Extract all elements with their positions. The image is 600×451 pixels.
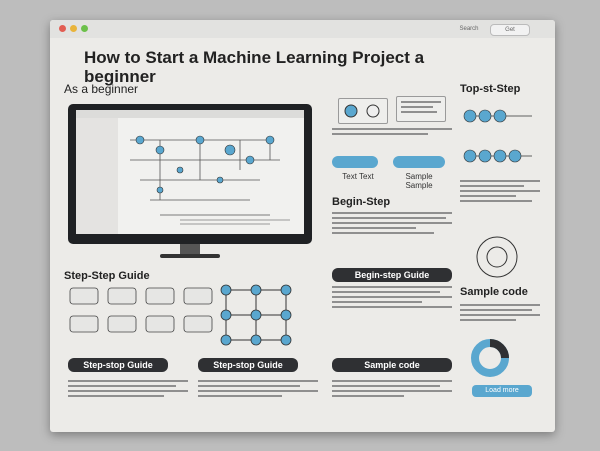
bottom-mid-lines: [198, 380, 318, 400]
sample-label: Sample Sample: [405, 172, 433, 190]
monitor: [68, 104, 312, 260]
begin-step-lines: [332, 212, 452, 237]
minimize-dot[interactable]: [70, 25, 77, 32]
step-grid: [69, 287, 213, 333]
page-title: How to Start a Machine Learning Project …: [84, 48, 425, 86]
grid-graph: [220, 284, 292, 346]
load-more-button[interactable]: Load more: [472, 385, 532, 397]
right-heading: Top-st-Step: [460, 83, 521, 95]
text-label: Text Text: [342, 172, 374, 181]
search-box[interactable]: Search: [452, 24, 486, 34]
right-lines: [460, 180, 540, 205]
top-button[interactable]: Get: [490, 24, 530, 36]
text-card: [396, 96, 446, 122]
step-stop-left-button[interactable]: Step-stop Guide: [68, 358, 168, 372]
text-tag-button[interactable]: [332, 156, 378, 168]
icon-card: [338, 98, 388, 124]
sample-code-mid-button[interactable]: Sample code: [332, 358, 452, 372]
close-dot[interactable]: [59, 25, 66, 32]
begin-step-guide-button[interactable]: Begin-step Guide: [332, 268, 452, 282]
page-subtitle: As a beginner: [64, 82, 139, 96]
sample-code-right: Sample code: [460, 286, 528, 298]
monitor-screen: [76, 110, 304, 234]
donut-chart: [471, 339, 509, 377]
screen-sidebar: [76, 118, 118, 234]
monitor-stand: [160, 254, 220, 258]
maximize-dot[interactable]: [81, 25, 88, 32]
mid-text-lines: [332, 128, 452, 138]
clock-diagram: [476, 236, 518, 278]
sample-tag-button[interactable]: [393, 156, 445, 168]
sample-code-lines: [460, 304, 540, 324]
monitor-neck: [180, 244, 200, 254]
screen-toolbar: [76, 110, 304, 118]
begin-step-heading: Begin-Step: [332, 196, 391, 208]
begin-step-guide-lines: [332, 286, 452, 311]
bottom-left-lines: [68, 380, 188, 400]
node-icon: [344, 104, 380, 118]
right-node-chart: [463, 109, 532, 163]
step-guide-heading: Step-Step Guide: [64, 270, 150, 282]
app-window: Search Get How to Start a Machine Learni…: [50, 20, 555, 432]
title-bar: Search Get: [50, 20, 555, 38]
step-stop-mid-button[interactable]: Step-stop Guide: [198, 358, 298, 372]
network-diagram: [130, 135, 290, 225]
bottom-right-lines: [332, 380, 452, 400]
